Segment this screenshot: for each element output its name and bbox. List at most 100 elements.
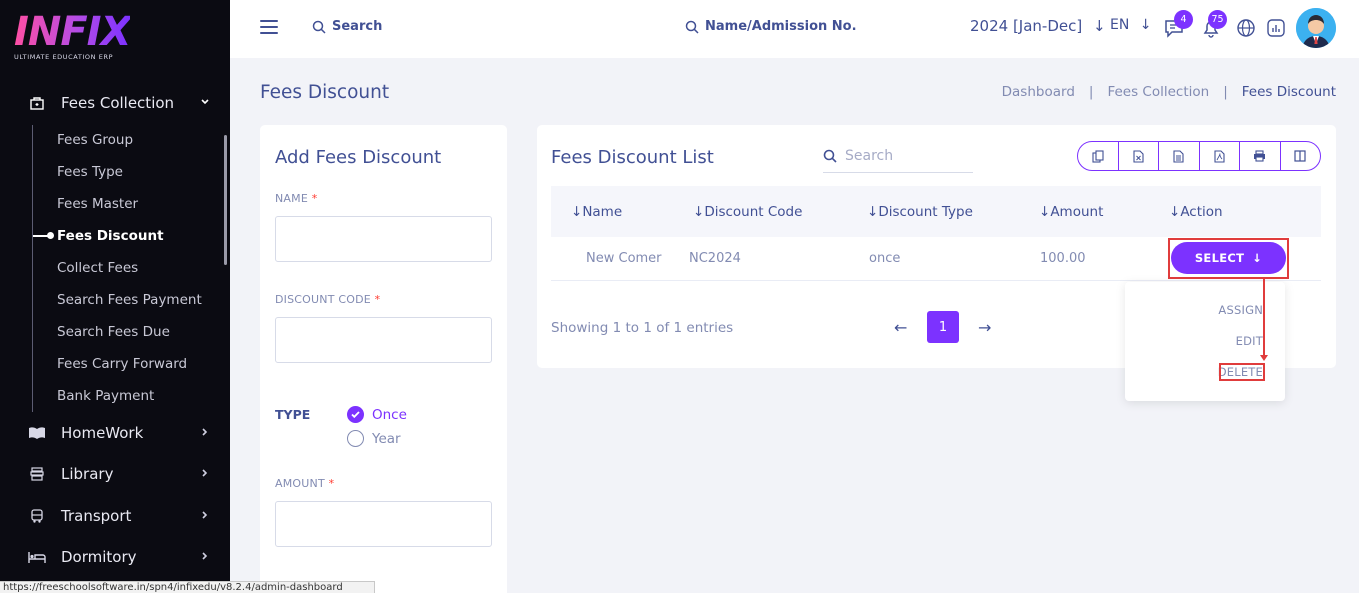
arrow-down-icon: ↓ (1093, 17, 1106, 35)
column-amount[interactable]: ↓Amount (1039, 204, 1103, 220)
sidebar-item-label: Library (61, 465, 114, 483)
breadcrumb-dashboard[interactable]: Dashboard (1002, 84, 1075, 100)
sidebar-item-fees-collection[interactable]: Fees Collection (0, 83, 230, 123)
sidebar-scrollbar[interactable] (224, 135, 227, 265)
menu-item-edit[interactable]: EDIT (1236, 334, 1263, 348)
discount-code-field[interactable] (275, 317, 492, 363)
sidebar-item-label: Transport (61, 507, 132, 525)
breadcrumb-current: Fees Discount (1241, 84, 1336, 100)
pagination-next-icon[interactable]: → (978, 318, 991, 337)
chat-badge: 4 (1174, 10, 1193, 29)
report-icon[interactable] (1265, 17, 1287, 39)
column-action[interactable]: ↓Action (1169, 204, 1223, 220)
sidebar-item-library[interactable]: Library (0, 454, 230, 494)
entries-info: Showing 1 to 1 of 1 entries (551, 320, 734, 336)
admission-search[interactable]: Name/Admission No. (685, 19, 857, 34)
breadcrumb-separator: | (1223, 84, 1228, 100)
notification-badge: 75 (1208, 10, 1227, 29)
sort-arrow-icon: ↓ (1169, 204, 1181, 220)
list-search-input[interactable]: Search (823, 139, 973, 173)
pdf-icon[interactable] (1200, 142, 1240, 170)
sidebar-item-label: HomeWork (61, 424, 144, 442)
breadcrumb-separator: | (1088, 84, 1094, 100)
copy-icon[interactable] (1078, 142, 1119, 170)
status-bar-url: https://freeschoolsoftware.in/spn4/infix… (0, 581, 375, 593)
page-title: Fees Discount (260, 82, 390, 103)
required-mark: * (311, 192, 318, 205)
column-discount-type-label: Discount Type (878, 204, 973, 220)
discount-code-label: DISCOUNT CODE * (275, 293, 380, 306)
column-action-label: Action (1180, 204, 1223, 220)
arrow-down-icon: ↓ (1252, 251, 1263, 265)
cell-amount: 100.00 (1040, 251, 1086, 266)
language-select[interactable]: EN ↓ (1110, 17, 1152, 33)
column-discount-code[interactable]: ↓Discount Code (693, 204, 802, 220)
academic-year-select[interactable]: 2024 [Jan-Dec] ↓ (970, 17, 1106, 35)
amount-field[interactable] (275, 501, 492, 547)
fees-collection-icon (26, 94, 48, 112)
amount-label-text: AMOUNT (275, 477, 325, 490)
chevron-right-icon (200, 426, 212, 441)
required-mark: * (328, 477, 335, 490)
discount-code-label-text: DISCOUNT CODE (275, 293, 371, 306)
sort-arrow-icon: ↓ (1039, 204, 1051, 220)
name-label-text: NAME (275, 192, 308, 205)
sidebar-item-homework[interactable]: HomeWork (0, 413, 230, 453)
cell-discount-code: NC2024 (689, 251, 741, 266)
radio-checked-icon (347, 406, 364, 423)
sidebar-item-collect-fees[interactable]: Collect Fees (57, 260, 138, 276)
menu-toggle-icon[interactable] (260, 20, 278, 34)
breadcrumb: Dashboard | Fees Collection | Fees Disco… (1002, 84, 1336, 100)
pagination-prev-icon[interactable]: ← (894, 318, 907, 337)
sidebar-item-fees-carry-forward[interactable]: Fees Carry Forward (57, 356, 187, 372)
sort-arrow-icon: ↓ (571, 204, 583, 220)
top-search[interactable]: Search (312, 19, 382, 34)
search-icon (685, 20, 699, 34)
sidebar-item-search-fees-payment[interactable]: Search Fees Payment (57, 292, 202, 308)
add-fees-discount-card: Add Fees Discount NAME * DISCOUNT CODE *… (260, 125, 507, 593)
excel-icon[interactable] (1119, 142, 1159, 170)
sort-arrow-icon: ↓ (867, 204, 879, 220)
sidebar-item-dormitory[interactable]: Dormitory (0, 537, 230, 577)
type-option-once[interactable]: Once (347, 406, 407, 423)
annotation-arrow-line (1263, 279, 1265, 357)
menu-item-assign[interactable]: ASSIGN (1218, 303, 1263, 317)
library-icon (26, 465, 48, 483)
annotation-arrow-head (1260, 355, 1268, 361)
form-title: Add Fees Discount (275, 147, 442, 168)
globe-icon[interactable] (1235, 17, 1257, 39)
bed-icon (26, 548, 48, 566)
chevron-right-icon (200, 509, 212, 524)
type-option-year[interactable]: Year (347, 430, 401, 447)
sidebar-section-label: Fees Collection (61, 94, 175, 112)
pagination-page-current[interactable]: 1 (927, 311, 959, 343)
chevron-right-icon (200, 550, 212, 565)
sidebar-item-transport[interactable]: Transport (0, 496, 230, 536)
sidebar-item-search-fees-due[interactable]: Search Fees Due (57, 324, 170, 340)
avatar[interactable] (1296, 8, 1336, 48)
select-action-button[interactable]: SELECT ↓ (1171, 242, 1286, 274)
column-discount-type[interactable]: ↓Discount Type (867, 204, 973, 220)
delete-highlight-box (1219, 363, 1265, 381)
sort-arrow-icon: ↓ (693, 204, 705, 220)
column-amount-label: Amount (1050, 204, 1104, 220)
column-name[interactable]: ↓Name (571, 204, 622, 220)
cell-discount-type: once (869, 251, 901, 266)
sidebar-item-fees-group[interactable]: Fees Group (57, 132, 133, 148)
csv-icon[interactable] (1159, 142, 1200, 170)
print-icon[interactable] (1240, 142, 1281, 170)
type-label: TYPE (275, 407, 311, 422)
chevron-down-icon (200, 96, 212, 111)
sidebar-item-fees-master[interactable]: Fees Master (57, 196, 138, 212)
sidebar-item-fees-discount[interactable]: Fees Discount (57, 228, 164, 244)
type-option-label: Year (372, 430, 401, 447)
book-icon (26, 424, 48, 442)
sidebar-item-bank-payment[interactable]: Bank Payment (57, 388, 154, 404)
logo[interactable]: INFIX ULTIMATE EDUCATION ERP (14, 12, 131, 61)
breadcrumb-fees-collection[interactable]: Fees Collection (1107, 84, 1209, 100)
sidebar-item-fees-type[interactable]: Fees Type (57, 164, 123, 180)
academic-year-value: 2024 [Jan-Dec] (970, 17, 1083, 35)
columns-icon[interactable] (1281, 142, 1321, 170)
name-field[interactable] (275, 216, 492, 262)
list-title: Fees Discount List (551, 147, 714, 168)
